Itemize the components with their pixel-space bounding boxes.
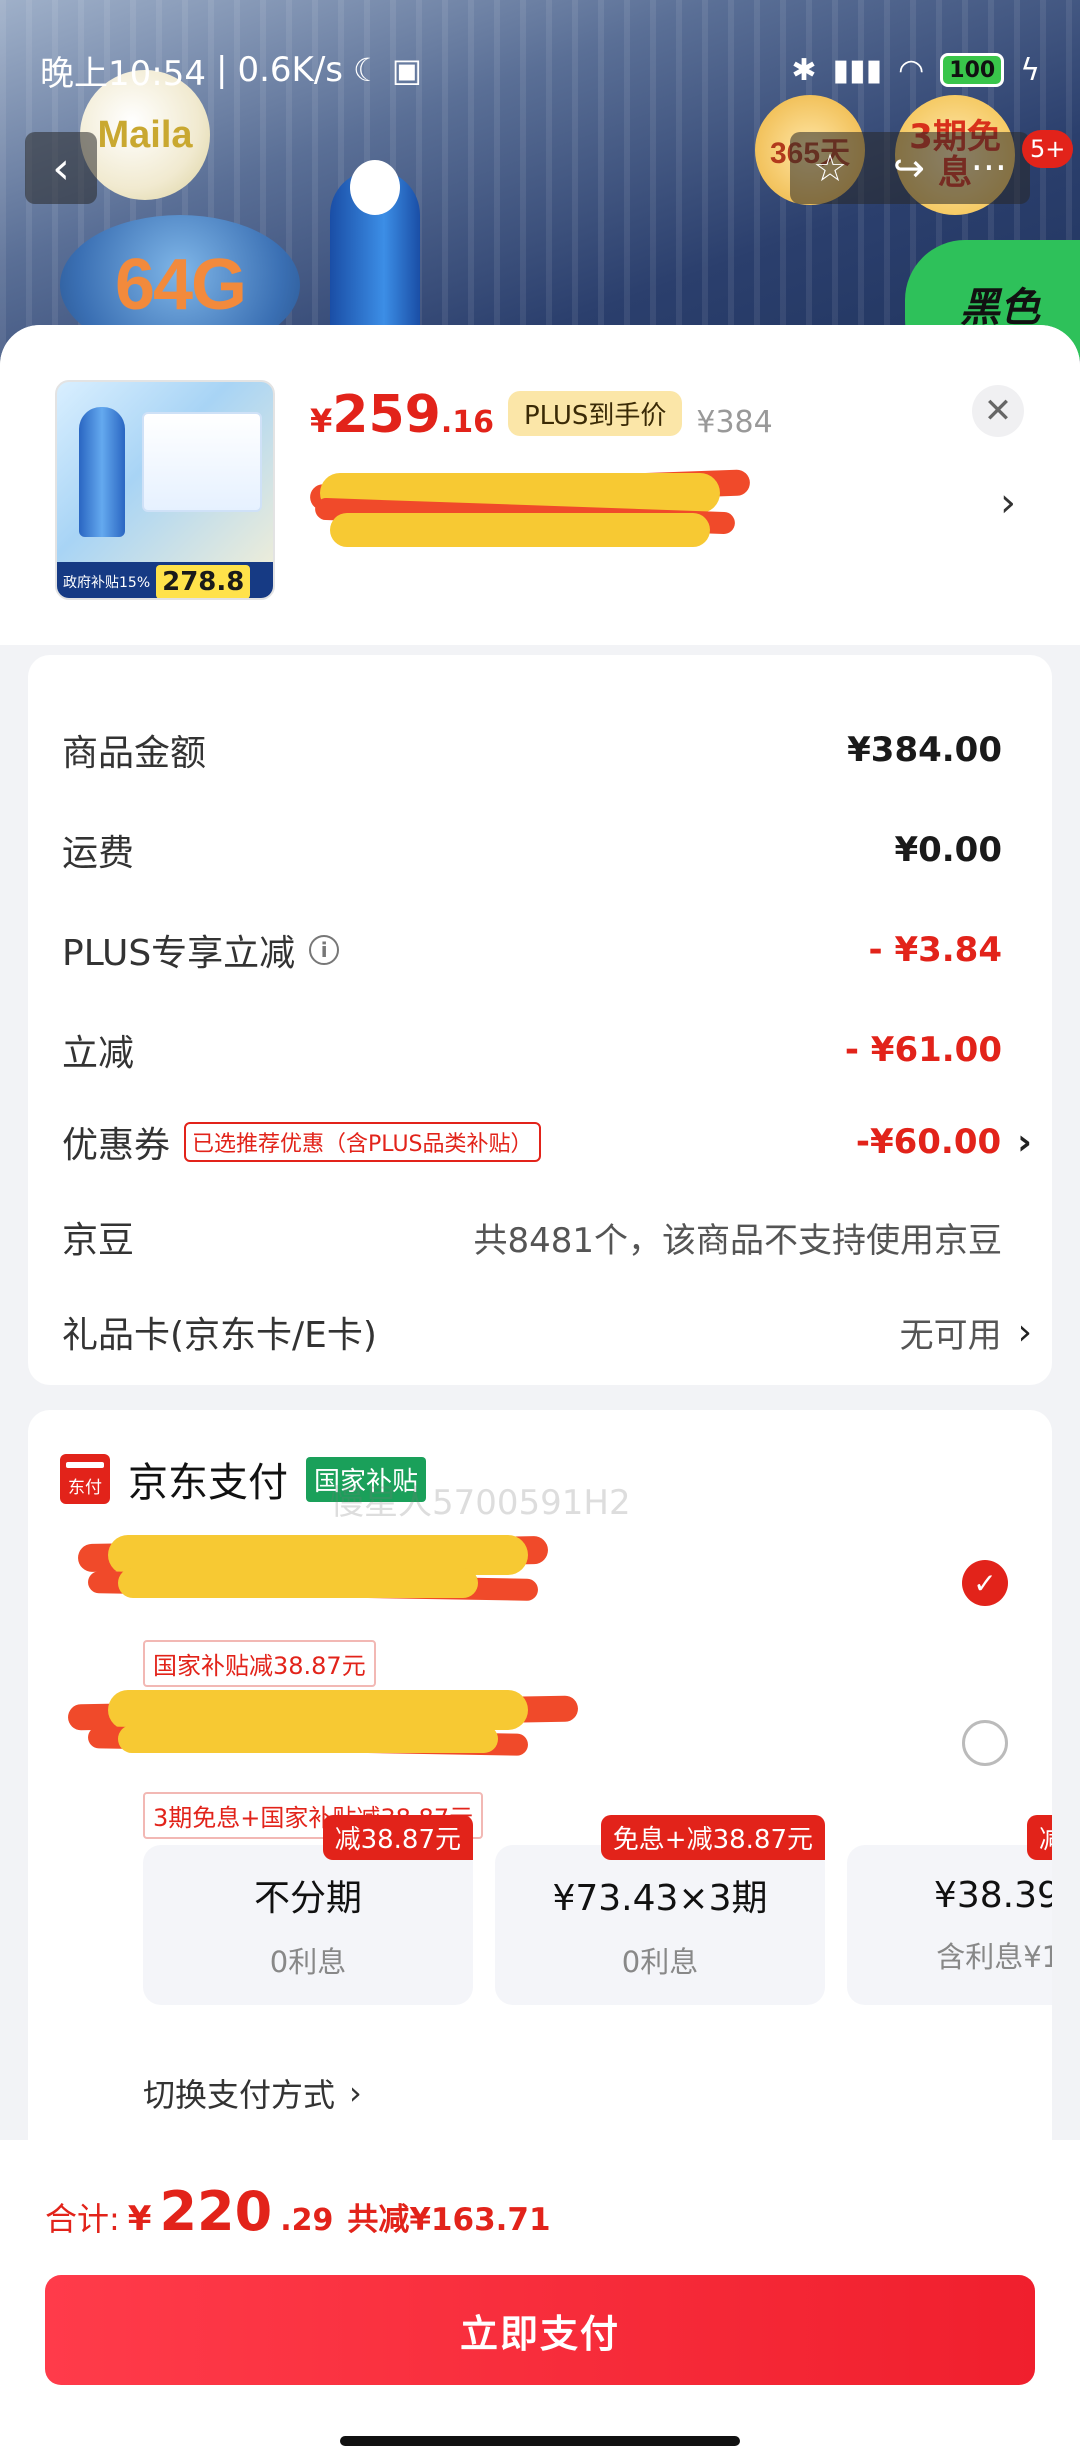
home-indicator[interactable] (340, 2436, 740, 2446)
switch-payment-link[interactable]: 切换支付方式 › (143, 2070, 362, 2116)
goods-amount-label: 商品金额 (62, 733, 207, 774)
price-row: ¥259.16 PLUS到手价 ¥384 (310, 385, 773, 445)
pay-now-button[interactable]: 立即支付 (45, 2275, 1035, 2385)
back-button[interactable]: ‹ (25, 132, 97, 204)
total-saved: 共减¥163.71 (347, 2202, 551, 2238)
screen: Maila 64G 365天 3期免息 黑色 晚上10:54 | 0.6K/s … (0, 0, 1080, 2460)
app-notification-icon: ▣ (391, 51, 422, 89)
plan-card[interactable]: ¥38.39× 含利息¥1.6 减 (847, 1810, 1052, 2010)
coupon-row[interactable]: 优惠券 已选推荐优惠（含PLUS品类补贴） -¥60.00 › (28, 1092, 1052, 1192)
status-time: 晚上10:54 (40, 53, 206, 94)
shipping-value: ¥0.00 (894, 830, 1002, 870)
plus-price-tag: PLUS到手价 (507, 391, 683, 436)
signal-icon: ▮▮▮ (832, 52, 883, 88)
chevron-right-icon: › (1017, 1311, 1032, 1353)
jingdou-label: 京豆 (62, 1220, 135, 1261)
plan-badge: 免息+减38.87元 (600, 1815, 825, 1860)
plan-interest: 含利息¥1.6 (936, 1939, 1052, 1974)
bluetooth-icon: ✱ (791, 52, 817, 88)
giftcard-label: 礼品卡(京东卡/E卡) (62, 1315, 377, 1356)
plan-card[interactable]: ¥73.43×3期 0利息 免息+减38.87元 (495, 1810, 825, 2010)
battery-icon: 100 (940, 53, 1005, 87)
payment-option-2[interactable]: 3期免息+国家补贴减38.87元 (67, 1680, 1028, 1839)
switch-payment-label: 切换支付方式 (143, 2076, 336, 2114)
shipping-row: 运费 ¥0.00 (28, 800, 1052, 900)
chevron-left-icon: ‹ (52, 142, 70, 194)
goods-amount-value: ¥384.00 (847, 730, 1002, 770)
moon-icon: ☾ (353, 51, 382, 89)
thumb-subsidy-text: 政府补贴15% (63, 575, 151, 591)
jingdou-row: 京豆 共8481个，该商品不支持使用京豆 (28, 1187, 1052, 1287)
plus-discount-value: - ¥3.84 (868, 930, 1003, 970)
original-price: ¥384 (696, 405, 773, 440)
close-button[interactable]: ✕ (972, 385, 1024, 437)
plan-interest: 0利息 (269, 1945, 347, 1979)
giftcard-value: 无可用 (899, 1315, 1002, 1356)
cost-breakdown-card: 商品金额 ¥384.00 运费 ¥0.00 PLUS专享立减 i - ¥3.84… (28, 655, 1052, 1385)
top-actions: ☆ ↪ ··· (790, 132, 1030, 204)
chevron-right-icon: › (1017, 1121, 1032, 1163)
radio-selected-icon[interactable]: ✓ (962, 1560, 1008, 1606)
share-icon[interactable]: ↪ (893, 146, 925, 190)
more-icon[interactable]: ··· (971, 146, 1007, 190)
radio-unselected-icon[interactable] (962, 1720, 1008, 1766)
plan-card[interactable]: 不分期 0利息 减38.87元 (143, 1810, 473, 2010)
watermark-text: 慢星人5700591H2 (330, 1483, 631, 1523)
payment-option-1[interactable]: ✓ 国家补贴减38.87元 (68, 1530, 1028, 1687)
total-amount-int: 220 (159, 2180, 273, 2243)
total-row: 合计: ¥ 220 .29 共减¥163.71 (45, 2180, 551, 2243)
plus-discount-label: PLUS专享立减 (62, 933, 296, 974)
chevron-right-icon[interactable]: › (1000, 480, 1016, 526)
instant-discount-value: - ¥61.00 (844, 1030, 1002, 1070)
plan-badge: 减38.87元 (322, 1815, 473, 1860)
instant-discount-label: 立减 (62, 1033, 135, 1074)
total-amount-dec: .29 (280, 2203, 334, 2238)
favorite-star-icon[interactable]: ☆ (813, 146, 847, 190)
goods-amount-row: 商品金额 ¥384.00 (28, 700, 1052, 800)
product-title-redacted[interactable] (309, 465, 751, 555)
payment-title: 京东支付 (128, 1460, 288, 1506)
plan-badge: 减 (1027, 1815, 1052, 1860)
shipping-label: 运费 (62, 833, 135, 874)
coupon-label: 优惠券 (62, 1125, 171, 1166)
final-price: ¥259.16 (310, 385, 494, 445)
status-bar: 晚上10:54 | 0.6K/s ☾ ▣ ✱ ▮▮▮ ◠ 100 ϟ (0, 40, 1080, 100)
jingdou-value: 共8481个，该商品不支持使用京豆 (473, 1220, 1002, 1261)
product-summary: 政府补贴15% 278.8 ¥259.16 PLUS到手价 ¥384 ✕ › (0, 325, 1080, 645)
total-label: 合计: (45, 2200, 120, 2238)
thumb-price: 278.8 (156, 565, 251, 598)
installment-plans: 不分期 0利息 减38.87元 ¥73.43×3期 0利息 免息+减38.87元… (143, 1810, 1052, 2010)
total-currency: ¥ (127, 2199, 152, 2239)
coupon-recommend-tag: 已选推荐优惠（含PLUS品类补贴） (184, 1122, 541, 1162)
charging-icon: ϟ (1020, 52, 1040, 88)
coupon-value: -¥60.00 (855, 1122, 1002, 1162)
info-icon[interactable]: i (309, 935, 340, 965)
plan-title: ¥38.39× (933, 1874, 1052, 1916)
jd-pay-icon: 东付 (60, 1454, 110, 1504)
plus-discount-row: PLUS专享立减 i - ¥3.84 (28, 900, 1052, 1000)
giftcard-row[interactable]: 礼品卡(京东卡/E卡) 无可用 › (28, 1282, 1052, 1382)
plan-interest: 0利息 (621, 1945, 699, 1979)
wifi-icon: ◠ (898, 52, 925, 88)
chevron-right-icon: › (349, 2074, 362, 2112)
checkout-footer: 合计: ¥ 220 .29 共减¥163.71 立即支付 (0, 2140, 1080, 2460)
message-count-badge: 5+ (1022, 130, 1074, 168)
status-net-speed: 0.6K/s (237, 50, 343, 90)
plan-title: ¥73.43×3期 (552, 1878, 768, 1919)
product-thumbnail[interactable]: 政府补贴15% 278.8 (55, 380, 275, 600)
close-icon: ✕ (983, 391, 1013, 431)
instant-discount-row: 立减 - ¥61.00 (28, 1000, 1052, 1100)
plan-title: 不分期 (253, 1878, 362, 1919)
